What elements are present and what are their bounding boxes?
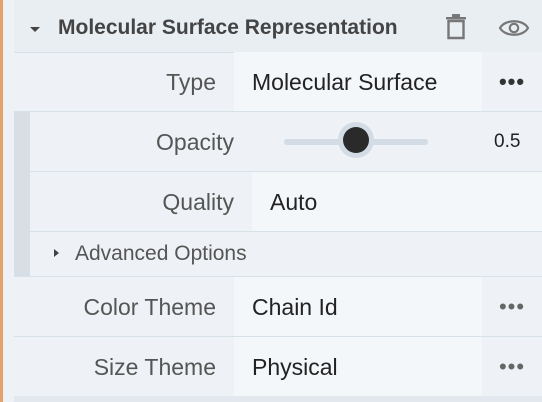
panel-accent-bar bbox=[0, 0, 3, 402]
opacity-slider-handle[interactable] bbox=[343, 127, 369, 153]
opacity-label: Opacity bbox=[156, 129, 234, 155]
panel-bottom-edge bbox=[14, 396, 542, 402]
quality-value: Auto bbox=[270, 189, 318, 215]
type-value: Molecular Surface bbox=[252, 69, 438, 95]
caret-down-icon[interactable] bbox=[30, 27, 40, 32]
color-theme-select[interactable]: Chain Id bbox=[234, 277, 482, 337]
type-label: Type bbox=[166, 69, 216, 95]
more-icon: ••• bbox=[498, 294, 526, 319]
type-select[interactable]: Molecular Surface bbox=[234, 52, 482, 112]
advanced-options-label: Advanced Options bbox=[75, 242, 247, 265]
color-theme-row: Color Theme Chain Id ••• bbox=[14, 277, 542, 337]
opacity-value: 0.5 bbox=[494, 131, 521, 152]
color-theme-more-button[interactable]: ••• bbox=[482, 277, 542, 337]
quality-row: Quality Auto bbox=[14, 172, 542, 232]
more-icon: ••• bbox=[498, 354, 526, 379]
size-theme-row: Size Theme Physical ••• bbox=[14, 337, 542, 397]
panel-header[interactable]: Molecular Surface Representation bbox=[14, 0, 542, 53]
representation-panel: Molecular Surface Representation Type Mo… bbox=[14, 0, 542, 402]
more-icon: ••• bbox=[498, 69, 526, 94]
quality-select[interactable]: Auto bbox=[252, 172, 542, 232]
size-theme-select[interactable]: Physical bbox=[234, 337, 482, 397]
quality-label: Quality bbox=[162, 189, 234, 215]
color-theme-value: Chain Id bbox=[252, 294, 338, 320]
size-theme-value: Physical bbox=[252, 354, 338, 380]
type-row: Type Molecular Surface ••• bbox=[14, 52, 542, 112]
trash-icon[interactable] bbox=[444, 14, 468, 40]
color-theme-label: Color Theme bbox=[83, 294, 216, 320]
advanced-options-toggle[interactable]: Advanced Options bbox=[30, 232, 542, 276]
panel-title: Molecular Surface Representation bbox=[58, 16, 398, 39]
eye-icon[interactable] bbox=[498, 16, 530, 40]
size-theme-more-button[interactable]: ••• bbox=[482, 337, 542, 397]
opacity-row: Opacity bbox=[14, 112, 542, 172]
type-more-button[interactable]: ••• bbox=[482, 52, 542, 112]
size-theme-label: Size Theme bbox=[93, 354, 216, 380]
caret-right-icon bbox=[54, 249, 59, 257]
